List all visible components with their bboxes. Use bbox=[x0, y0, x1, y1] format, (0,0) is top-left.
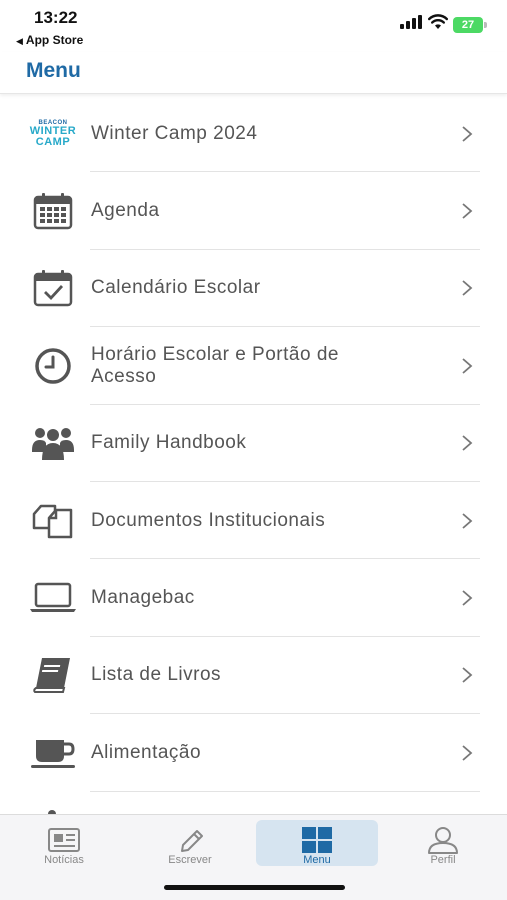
book-icon bbox=[28, 653, 78, 697]
menu-item-label: Documentos Institucionais bbox=[91, 509, 326, 531]
menu-item-horario-escolar[interactable]: Horário Escolar e Portão de Acesso bbox=[0, 327, 507, 405]
status-bar: 13:22 ◀ App Store 27 bbox=[0, 0, 507, 52]
chevron-right-icon bbox=[462, 512, 473, 529]
chevron-right-icon bbox=[462, 126, 473, 142]
menu-item-managebac[interactable]: Managebac bbox=[0, 559, 507, 637]
tab-menu[interactable]: Menu bbox=[256, 820, 378, 866]
menu-item-label: Winter Camp 2024 bbox=[91, 122, 258, 144]
clock-icon bbox=[28, 344, 78, 388]
tab-perfil[interactable]: Perfil bbox=[382, 820, 504, 866]
tab-escrever[interactable]: Escrever bbox=[129, 820, 251, 866]
menu-item-label: Alimentação bbox=[91, 741, 202, 763]
menu-item-label: Managebac bbox=[91, 587, 195, 609]
cellular-signal-icon bbox=[400, 15, 422, 29]
menu-item-label: Horário Escolar e Portão de Acesso bbox=[91, 343, 339, 387]
winter-camp-logo: BEACON WINTER CAMP bbox=[29, 119, 77, 148]
menu-item-family-handbook[interactable]: Family Handbook bbox=[0, 405, 507, 482]
navigation-header: Menu bbox=[0, 52, 507, 94]
back-triangle-icon: ◀ bbox=[16, 36, 23, 46]
wifi-icon bbox=[428, 14, 448, 29]
people-group-icon bbox=[28, 421, 78, 465]
chevron-right-icon bbox=[462, 280, 473, 297]
documents-icon bbox=[28, 499, 78, 543]
menu-item-label: Agenda bbox=[91, 200, 160, 222]
coffee-cup-icon bbox=[28, 731, 78, 775]
newspaper-icon bbox=[48, 828, 80, 852]
menu-item-agenda[interactable]: Agenda bbox=[0, 172, 507, 250]
menu-item-label: Lista de Livros bbox=[91, 664, 222, 686]
chevron-right-icon bbox=[462, 435, 473, 451]
back-app-label: App Store bbox=[25, 33, 84, 47]
calendar-grid-icon bbox=[28, 189, 78, 233]
tab-noticias[interactable]: Notícias bbox=[3, 820, 125, 866]
status-time: 13:22 bbox=[34, 8, 78, 27]
chevron-right-icon bbox=[462, 358, 473, 374]
calendar-check-icon bbox=[28, 266, 78, 310]
menu-item-label: Family Handbook bbox=[91, 432, 247, 454]
menu-item-calendario-escolar[interactable]: Calendário Escolar bbox=[0, 250, 507, 328]
grid-icon bbox=[302, 827, 332, 853]
laptop-icon bbox=[28, 576, 78, 620]
menu-item-winter-camp[interactable]: BEACON WINTER CAMP Winter Camp 2024 bbox=[0, 95, 507, 173]
menu-item-lista-de-livros[interactable]: Lista de Livros bbox=[0, 637, 507, 715]
person-icon bbox=[428, 827, 458, 854]
menu-item-documentos-institucionais[interactable]: Documentos Institucionais bbox=[0, 482, 507, 560]
pencil-icon bbox=[181, 830, 203, 852]
chevron-right-icon bbox=[462, 745, 473, 761]
tab-label: Menu bbox=[303, 854, 331, 866]
battery-level: 27 bbox=[453, 17, 483, 33]
menu-item-partial[interactable] bbox=[0, 790, 507, 814]
chevron-right-icon bbox=[462, 667, 473, 684]
menu-list: BEACON WINTER CAMP Winter Camp 2024 Agen… bbox=[0, 95, 507, 792]
battery-icon: 27 bbox=[453, 17, 487, 33]
chevron-right-icon bbox=[462, 203, 473, 219]
menu-item-label: Calendário Escolar bbox=[91, 277, 261, 299]
home-indicator[interactable] bbox=[164, 885, 345, 890]
tab-label: Notícias bbox=[44, 854, 84, 866]
menu-item-alimentacao[interactable]: Alimentação bbox=[0, 714, 507, 792]
chevron-right-icon bbox=[462, 590, 473, 606]
back-to-app-store-link[interactable]: ◀ App Store bbox=[16, 33, 83, 47]
tab-label: Perfil bbox=[430, 854, 456, 866]
tab-label: Escrever bbox=[168, 854, 212, 866]
page-title: Menu bbox=[26, 59, 81, 82]
